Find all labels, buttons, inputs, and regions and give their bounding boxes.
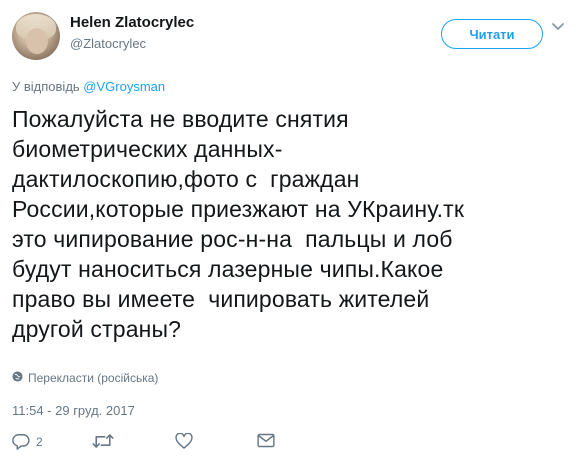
tweet-actions: 2 [12, 433, 312, 453]
globe-icon [12, 371, 23, 385]
reply-icon [12, 433, 30, 450]
author-handle[interactable]: @Zlatocrylec [70, 36, 146, 51]
translate-label[interactable]: Перекласти (російська) [28, 371, 158, 385]
translate-link[interactable]: Перекласти (російська) [12, 371, 158, 385]
tweet-text: Пожалуйста не вводите снятия биометричес… [12, 106, 465, 342]
retweet-button[interactable] [92, 433, 120, 449]
reply-context: У відповідь @VGroysman [12, 79, 165, 94]
reply-mention-link[interactable]: @VGroysman [83, 79, 165, 94]
retweet-icon [92, 433, 114, 449]
follow-button[interactable]: Читати [441, 19, 543, 49]
chevron-down-icon[interactable] [551, 20, 565, 34]
like-button[interactable] [175, 433, 199, 449]
like-icon [175, 433, 193, 449]
message-icon [257, 433, 275, 448]
avatar[interactable] [12, 12, 60, 60]
reply-prefix: У відповідь [12, 79, 84, 94]
tweet-timestamp[interactable]: 11:54 - 29 груд. 2017 [12, 403, 135, 418]
reply-count: 2 [36, 434, 43, 449]
reply-button[interactable]: 2 [12, 433, 43, 450]
direct-message-button[interactable] [257, 433, 275, 448]
avatar-face [26, 28, 48, 54]
author-name[interactable]: Helen Zlatocrylec [70, 14, 194, 31]
